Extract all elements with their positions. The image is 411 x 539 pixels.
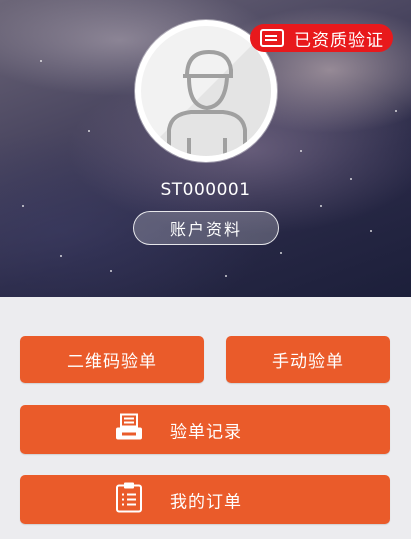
star [395,110,397,112]
star [110,270,112,272]
star [88,130,90,132]
verified-badge: 已资质验证 [250,24,393,52]
verify-records-label: 验单记录 [170,422,242,442]
account-info-button[interactable]: 账户资料 [133,211,279,245]
printer-icon [114,412,144,447]
verify-records-button[interactable]: 验单记录 [20,405,390,454]
star [225,275,227,277]
manual-verify-button[interactable]: 手动验单 [226,336,390,383]
account-id: ST000001 [160,180,251,200]
order-list-icon [114,481,144,518]
star [300,150,302,152]
star [22,205,24,207]
star [60,255,62,257]
star [320,205,322,207]
verified-badge-label: 已资质验证 [294,30,384,51]
id-card-icon [260,29,284,47]
star [280,252,282,254]
my-orders-button[interactable]: 我的订单 [20,475,390,524]
qr-verify-label: 二维码验单 [67,352,157,372]
star [40,60,42,62]
manual-verify-label: 手动验单 [272,352,344,372]
star [370,230,372,232]
qr-verify-button[interactable]: 二维码验单 [20,336,204,383]
my-orders-label: 我的订单 [170,492,242,512]
